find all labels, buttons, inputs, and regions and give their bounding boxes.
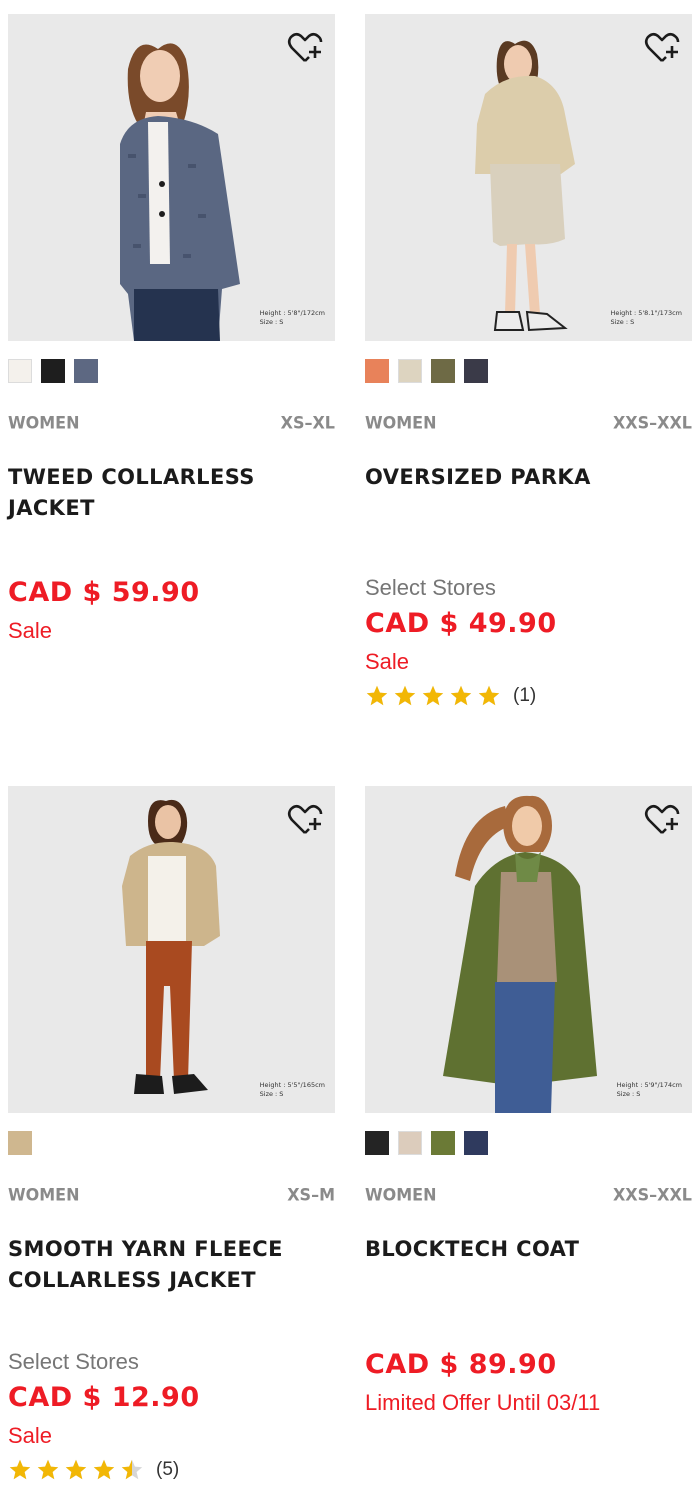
model-size: Size : S bbox=[259, 1090, 284, 1098]
rating[interactable]: (5) bbox=[8, 1457, 200, 1483]
price-block: Select Stores CAD $ 12.90 Sale (5) bbox=[8, 1348, 200, 1483]
star-icon bbox=[478, 685, 500, 706]
offer-flag: Limited Offer Until 03/11 bbox=[365, 1390, 601, 1415]
star-icon bbox=[9, 1459, 31, 1480]
model-info: Height : 5'8"/172cm Size : S bbox=[260, 309, 325, 327]
model-size: Size : S bbox=[259, 318, 284, 326]
product-image[interactable]: Height : 5'9"/174cm Size : S bbox=[365, 786, 692, 1113]
model-size: Size : S bbox=[616, 1090, 641, 1098]
model-height: Height : 5'8.1"/173cm bbox=[610, 309, 682, 317]
select-stores-label: Select Stores bbox=[8, 1349, 139, 1374]
star-icon bbox=[366, 685, 388, 706]
gender-label: WOMEN bbox=[8, 1184, 80, 1205]
rating[interactable]: (1) bbox=[365, 683, 557, 709]
star-icon bbox=[37, 1459, 59, 1480]
model-height: Height : 5'5"/165cm bbox=[259, 1081, 325, 1089]
color-swatch[interactable] bbox=[8, 1131, 32, 1155]
sale-flag: Sale bbox=[365, 649, 410, 674]
gender-label: WOMEN bbox=[8, 412, 80, 433]
heart-plus-icon[interactable] bbox=[642, 800, 682, 840]
product-image[interactable]: Height : 5'8"/172cm Size : S bbox=[8, 14, 335, 341]
size-range: XXS–XXL bbox=[612, 412, 692, 433]
product-meta: WOMEN XS–XL bbox=[8, 412, 335, 436]
model-height: Height : 5'9"/174cm bbox=[616, 1081, 682, 1089]
color-swatches bbox=[365, 359, 692, 383]
size-range: XXS–XXL bbox=[612, 1184, 692, 1205]
model-info: Height : 5'9"/174cm Size : S bbox=[617, 1081, 682, 1099]
star-icon bbox=[65, 1459, 87, 1480]
color-swatches bbox=[8, 1131, 335, 1155]
product-meta: WOMEN XXS–XXL bbox=[365, 412, 692, 436]
price-block: Select Stores CAD $ 49.90 Sale (1) bbox=[365, 574, 557, 709]
star-icon bbox=[422, 685, 444, 706]
color-swatch[interactable] bbox=[431, 1131, 455, 1155]
sale-flag: Sale bbox=[8, 1423, 53, 1448]
color-swatches bbox=[365, 1131, 692, 1155]
product-image[interactable]: Height : 5'5"/165cm Size : S bbox=[8, 786, 335, 1113]
star-icon bbox=[121, 1459, 143, 1480]
color-swatches bbox=[8, 359, 335, 383]
select-stores-label: Select Stores bbox=[365, 575, 496, 600]
product-name[interactable]: SMOOTH YARN FLEECE COLLARLESS JACKET bbox=[8, 1234, 298, 1296]
gender-label: WOMEN bbox=[365, 412, 437, 433]
rating-stars bbox=[8, 1458, 144, 1482]
product-image[interactable]: Height : 5'8.1"/173cm Size : S bbox=[365, 14, 692, 341]
product-name[interactable]: TWEED COLLARLESS JACKET bbox=[8, 462, 268, 524]
heart-plus-icon[interactable] bbox=[285, 28, 325, 68]
color-swatch[interactable] bbox=[41, 359, 65, 383]
gender-label: WOMEN bbox=[365, 1184, 437, 1205]
size-range: XS–XL bbox=[280, 412, 335, 433]
color-swatch[interactable] bbox=[398, 359, 422, 383]
heart-plus-icon[interactable] bbox=[642, 28, 682, 68]
rating-stars bbox=[365, 684, 501, 708]
product-name[interactable]: OVERSIZED PARKA bbox=[365, 462, 692, 493]
heart-plus-icon[interactable] bbox=[285, 800, 325, 840]
color-swatch[interactable] bbox=[365, 1131, 389, 1155]
star-icon bbox=[450, 685, 472, 706]
sale-flag: Sale bbox=[8, 618, 53, 643]
product-name[interactable]: BLOCKTECH COAT bbox=[365, 1234, 692, 1265]
review-count: (5) bbox=[156, 1459, 180, 1480]
color-swatch[interactable] bbox=[365, 359, 389, 383]
product-card[interactable]: Height : 5'9"/174cm Size : S WOMEN XXS–X… bbox=[365, 786, 692, 1415]
star-icon bbox=[394, 685, 416, 706]
product-price: CAD $ 89.90 bbox=[365, 1349, 557, 1380]
star-icon bbox=[93, 1459, 115, 1480]
product-card[interactable]: Height : 5'8.1"/173cm Size : S WOMEN XXS… bbox=[365, 14, 692, 706]
color-swatch[interactable] bbox=[8, 359, 32, 383]
model-height: Height : 5'8"/172cm bbox=[259, 309, 325, 317]
model-info: Height : 5'5"/165cm Size : S bbox=[260, 1081, 325, 1099]
price-block: CAD $ 89.90 Limited Offer Until 03/11 bbox=[365, 1348, 600, 1418]
product-price: CAD $ 12.90 bbox=[8, 1382, 200, 1413]
product-card[interactable]: Height : 5'8"/172cm Size : S WOMEN XS–XL… bbox=[8, 14, 335, 643]
size-range: XS–M bbox=[287, 1184, 335, 1205]
model-size: Size : S bbox=[610, 318, 635, 326]
product-meta: WOMEN XXS–XXL bbox=[365, 1184, 692, 1208]
product-meta: WOMEN XS–M bbox=[8, 1184, 335, 1208]
model-info: Height : 5'8.1"/173cm Size : S bbox=[610, 309, 682, 327]
review-count: (1) bbox=[513, 685, 537, 706]
color-swatch[interactable] bbox=[431, 359, 455, 383]
price-block: CAD $ 59.90 Sale bbox=[8, 576, 200, 646]
color-swatch[interactable] bbox=[464, 359, 488, 383]
product-price: CAD $ 49.90 bbox=[365, 608, 557, 639]
color-swatch[interactable] bbox=[74, 359, 98, 383]
product-card[interactable]: Height : 5'5"/165cm Size : S WOMEN XS–M … bbox=[8, 786, 335, 1480]
color-swatch[interactable] bbox=[464, 1131, 488, 1155]
color-swatch[interactable] bbox=[398, 1131, 422, 1155]
product-price: CAD $ 59.90 bbox=[8, 577, 200, 608]
product-grid: Height : 5'8"/172cm Size : S WOMEN XS–XL… bbox=[0, 0, 700, 1509]
